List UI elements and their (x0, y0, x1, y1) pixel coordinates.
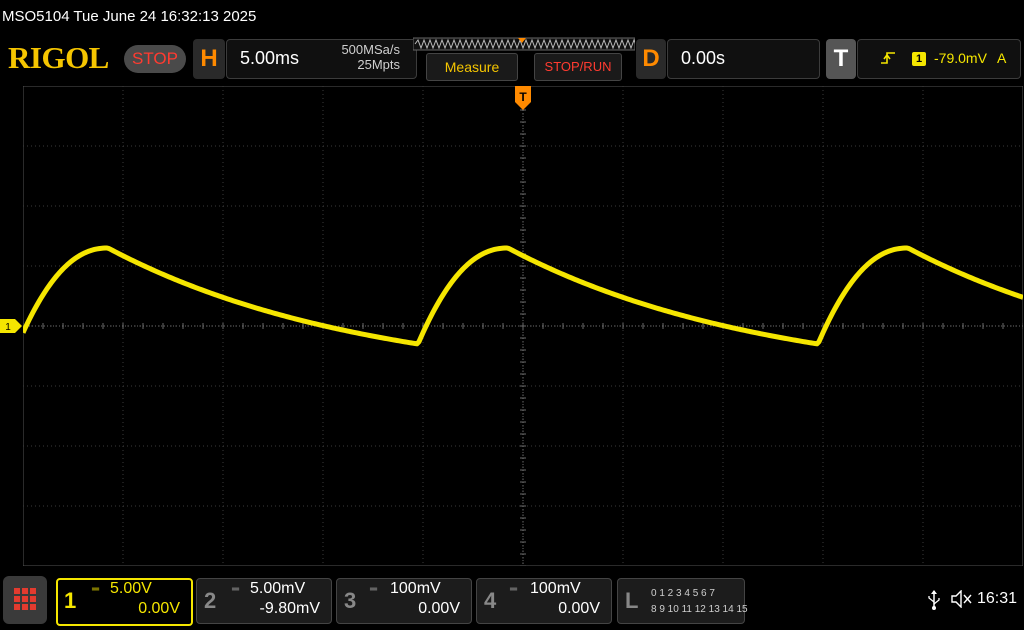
memory-timeline[interactable] (413, 37, 635, 51)
channel-3-scale: 100mV (390, 580, 441, 597)
channel-2-scale: 5.00mV (250, 580, 306, 597)
channel-1-scale: 5.00V (110, 580, 152, 597)
channel-2-offset: -9.80mV (259, 600, 320, 617)
delay-tag[interactable]: D (636, 39, 666, 79)
usb-icon (928, 590, 940, 610)
horizontal-scale: 5.00ms (240, 48, 300, 68)
channel-2-number: 2 (204, 588, 217, 613)
dc-coupling-icon: ═ (232, 584, 239, 595)
run-state-badge[interactable]: STOP (124, 45, 186, 73)
clock: 16:31 (977, 590, 1018, 607)
delay-value: 0.00s (681, 48, 726, 68)
acquisition-info: 500MSa/s 25Mpts (310, 42, 400, 72)
dc-coupling-icon: ═ (370, 584, 377, 595)
horizontal-tag[interactable]: H (193, 39, 225, 79)
dc-coupling-icon: ═ (510, 584, 517, 595)
channel-4-scale: 100mV (530, 580, 581, 597)
measure-button[interactable]: Measure (426, 53, 518, 81)
speaker-muted-icon[interactable] (951, 590, 973, 608)
logic-channels-row-1: 0 1 2 3 4 5 6 7 (651, 588, 715, 599)
sample-rate: 500MSa/s (341, 42, 400, 57)
channel-3-number: 3 (344, 588, 357, 613)
trigger-mode: A (997, 50, 1007, 66)
dc-coupling-icon: ═ (92, 584, 99, 595)
logic-channels-row-2: 8 9 10 11 12 13 14 15 (651, 604, 748, 615)
grid-menu-icon (14, 588, 36, 610)
ch1-marker-label: 1 (5, 322, 11, 333)
logic-analyzer-tag: L (625, 588, 639, 613)
channel-1-number: 1 (64, 588, 77, 613)
trigger-rising-edge-icon (881, 52, 895, 64)
trigger-level: -79.0mV (934, 50, 987, 66)
channel-3-offset: 0.00V (418, 600, 460, 617)
channel-4-offset: 0.00V (558, 600, 600, 617)
trigger-tag[interactable]: T (826, 39, 856, 79)
trigger-marker-label: T (519, 90, 527, 104)
waveform-display[interactable] (23, 86, 1023, 566)
rigol-logo: RIGOL (8, 40, 109, 75)
channel-1-offset: 0.00V (138, 600, 180, 617)
memory-depth: 25Mpts (357, 57, 400, 72)
status-text: MSO5104 Tue June 24 16:32:13 2025 (2, 8, 257, 25)
channel-4-number: 4 (484, 588, 497, 613)
ch1-offset-marker[interactable]: 1 (0, 319, 22, 333)
trigger-position-marker[interactable]: T (515, 86, 531, 110)
stop-run-button[interactable]: STOP/RUN (534, 53, 622, 81)
trigger-source-badge: 1 (912, 52, 926, 66)
